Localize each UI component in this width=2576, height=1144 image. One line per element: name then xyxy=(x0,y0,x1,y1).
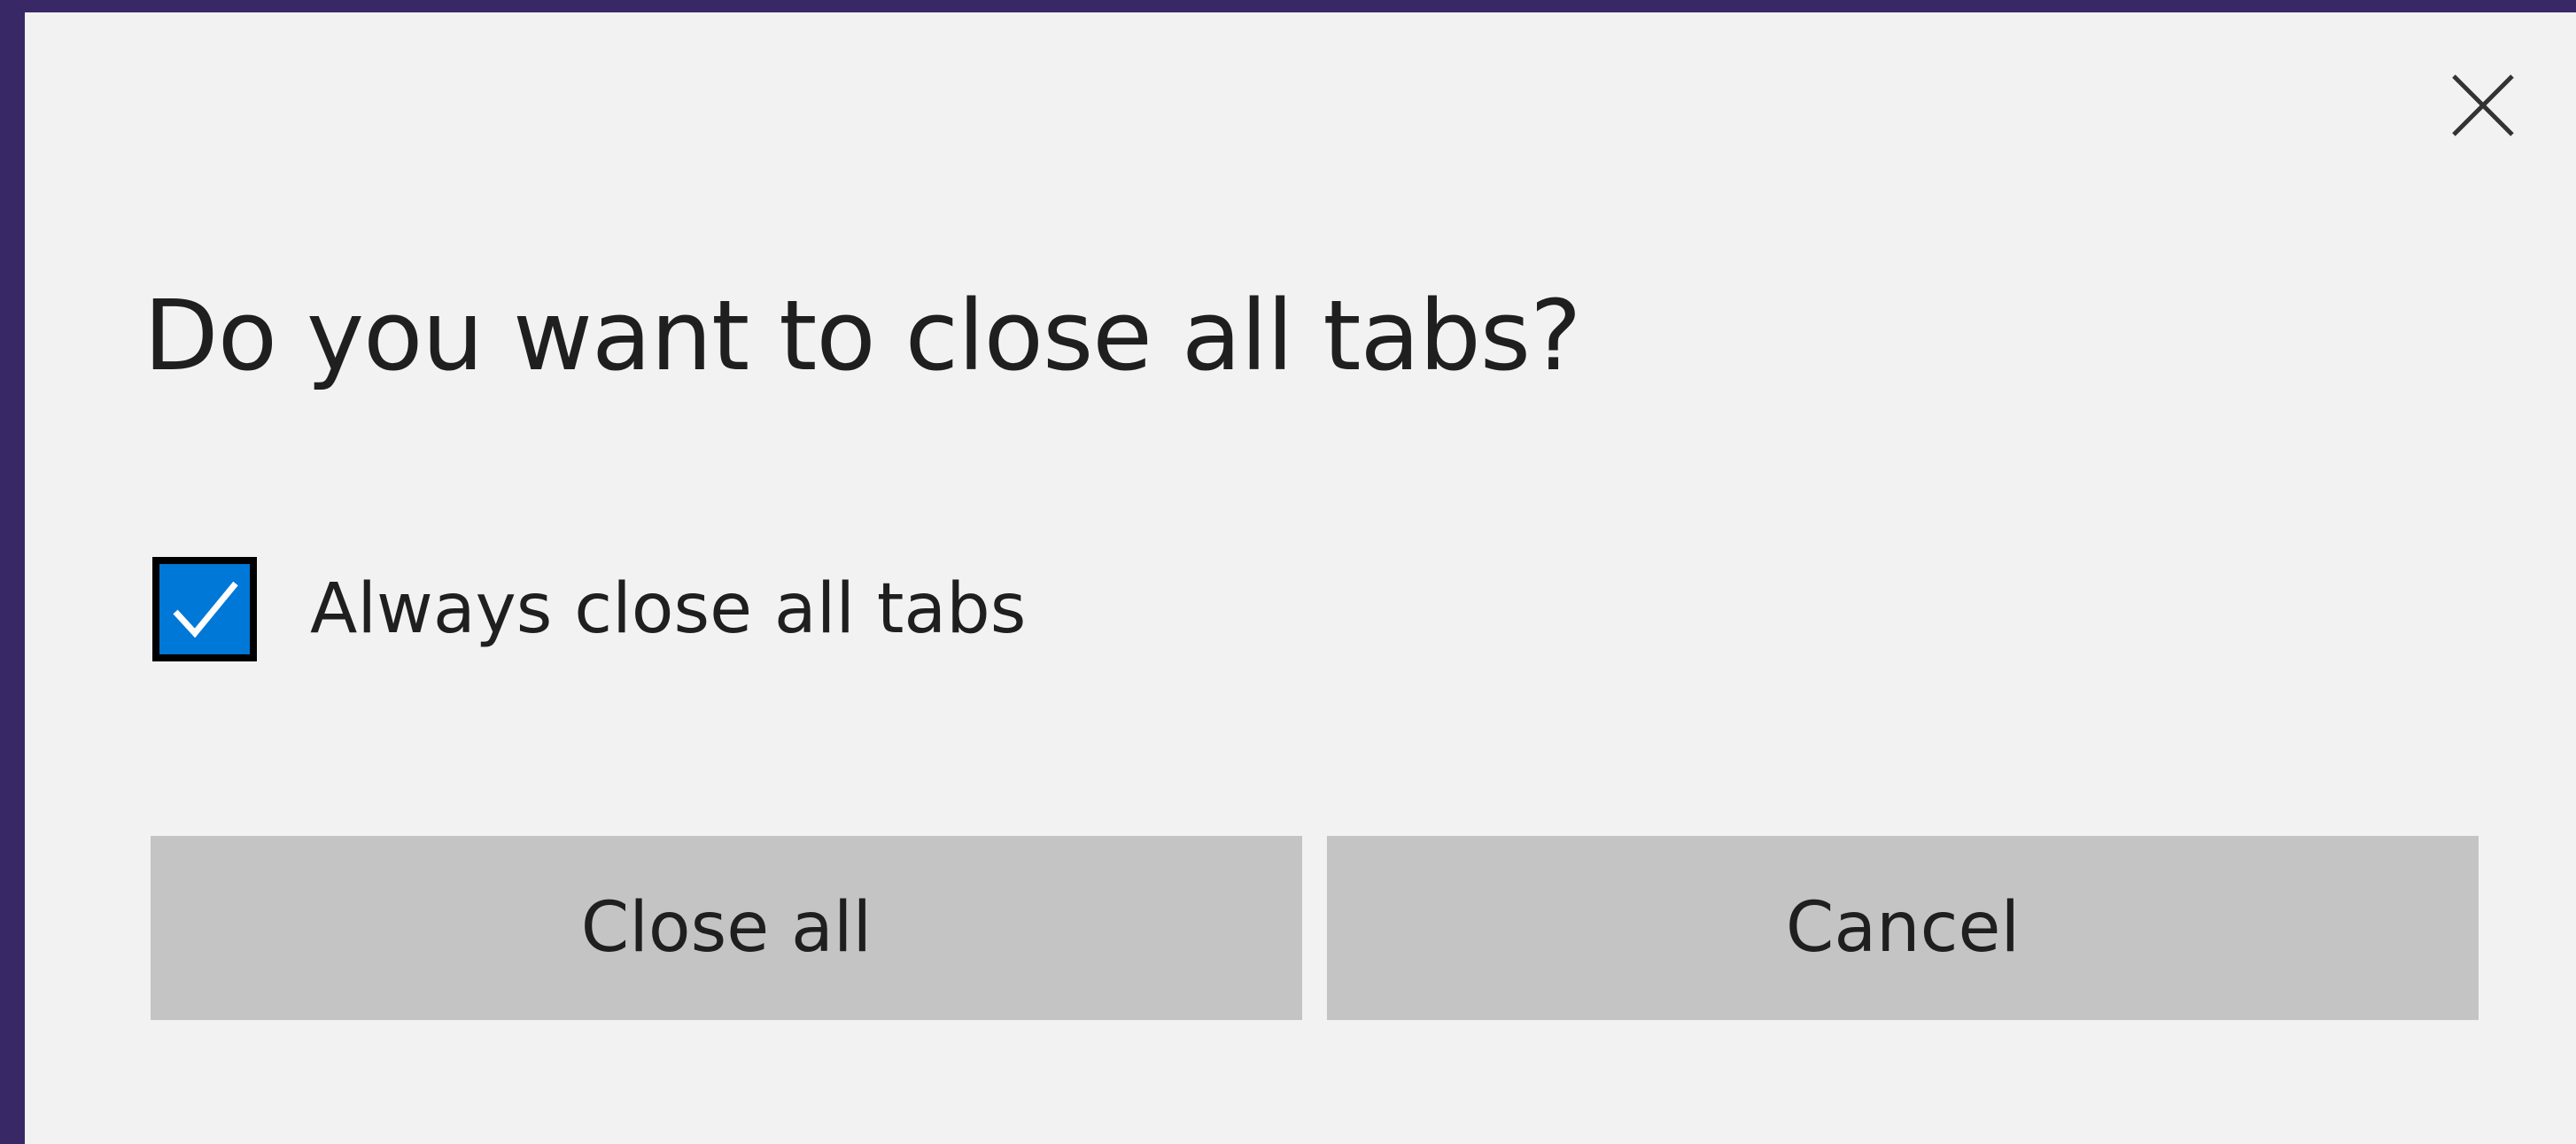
close-all-button[interactable]: Close all xyxy=(151,836,1302,1020)
close-tabs-dialog: Do you want to close all tabs? Always cl… xyxy=(25,12,2576,1144)
always-close-all-tabs-checkbox[interactable] xyxy=(152,557,257,661)
always-close-all-tabs-option[interactable]: Always close all tabs xyxy=(152,547,1026,671)
dialog-title: Do you want to close all tabs? xyxy=(144,279,1581,392)
always-close-all-tabs-label: Always close all tabs xyxy=(310,569,1027,649)
close-icon xyxy=(2452,74,2514,136)
cancel-button[interactable]: Cancel xyxy=(1327,836,2479,1020)
checkmark-icon xyxy=(173,581,238,638)
dialog-close-button[interactable] xyxy=(2434,57,2532,154)
